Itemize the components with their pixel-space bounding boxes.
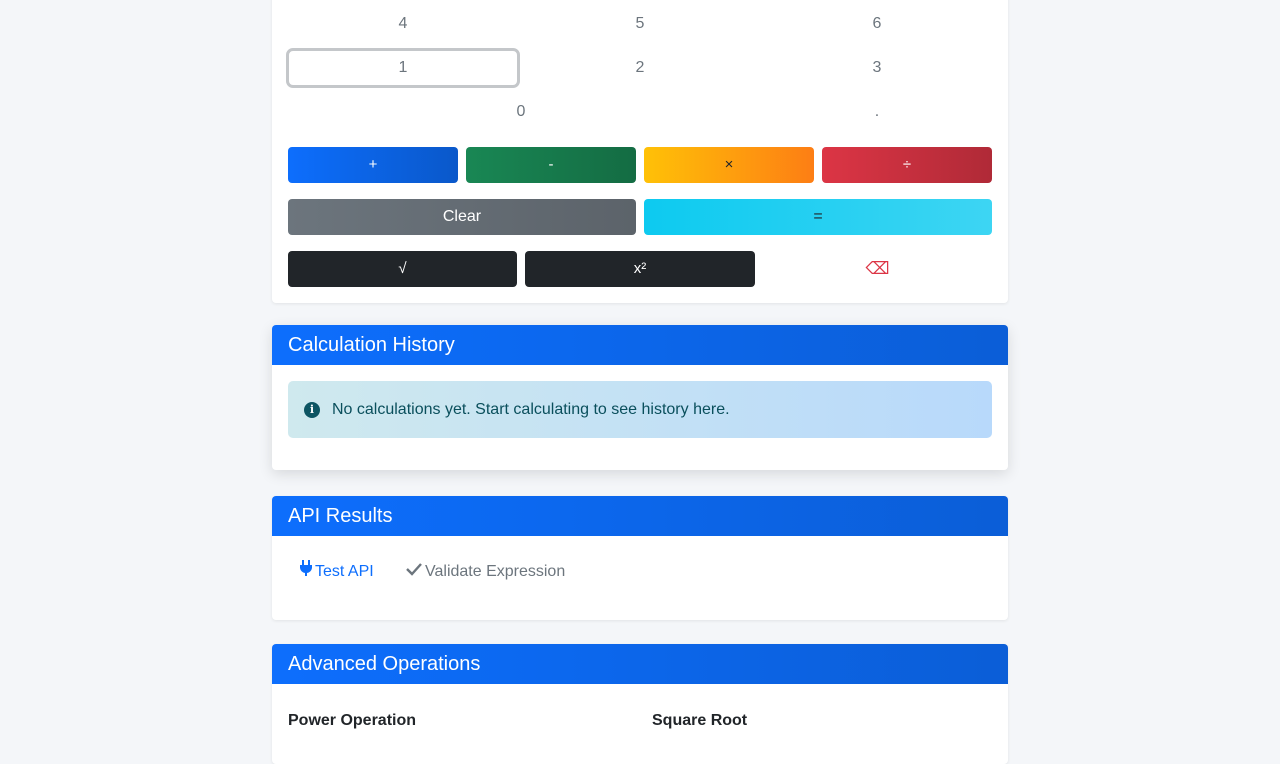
history-title: Calculation History — [272, 325, 1008, 365]
info-circle-icon: i — [304, 401, 320, 418]
key-0[interactable]: 0 — [288, 92, 754, 132]
validate-label: Validate Expression — [425, 563, 566, 580]
history-empty-message: No calculations yet. Start calculating t… — [332, 400, 730, 418]
key-6[interactable]: 6 — [762, 4, 992, 44]
backspace-icon: ⌫ — [865, 259, 890, 278]
key-4[interactable]: 4 — [288, 4, 518, 44]
power-operation-label: Power Operation — [288, 712, 417, 729]
validate-expression-button[interactable]: Validate Expression — [406, 560, 565, 584]
square-button[interactable]: x² — [525, 251, 755, 287]
divide-button[interactable]: ÷ — [822, 147, 992, 183]
history-empty-alert: i No calculations yet. Start calculating… — [288, 381, 992, 438]
key-3[interactable]: 3 — [762, 48, 992, 88]
add-button[interactable]: + — [288, 147, 458, 183]
test-api-button[interactable]: Test API — [300, 560, 374, 584]
api-title: API Results — [272, 496, 1008, 536]
key-1[interactable]: 1 — [286, 48, 520, 88]
backspace-button[interactable]: ⌫ — [763, 251, 992, 287]
advanced-title: Advanced Operations — [272, 644, 1008, 684]
history-card: Calculation History i No calculations ye… — [272, 325, 1008, 470]
plug-icon — [300, 560, 312, 584]
test-api-label: Test API — [315, 563, 374, 580]
api-card: API Results Test API Validate Expression — [272, 496, 1008, 620]
square-root-label: Square Root — [652, 712, 748, 729]
sqrt-button[interactable]: √ — [288, 251, 517, 287]
calculator-card: 4 5 6 1 2 3 0 . + - × ÷ Clear = √ x² ⌫ — [272, 0, 1008, 303]
key-5[interactable]: 5 — [525, 4, 755, 44]
check-icon — [406, 560, 422, 584]
key-2[interactable]: 2 — [525, 48, 755, 88]
subtract-button[interactable]: - — [466, 147, 636, 183]
multiply-button[interactable]: × — [644, 147, 814, 183]
advanced-card: Advanced Operations Power Operation Squa… — [272, 644, 1008, 764]
equals-button[interactable]: = — [644, 199, 992, 235]
key-decimal[interactable]: . — [762, 92, 992, 132]
clear-button[interactable]: Clear — [288, 199, 636, 235]
